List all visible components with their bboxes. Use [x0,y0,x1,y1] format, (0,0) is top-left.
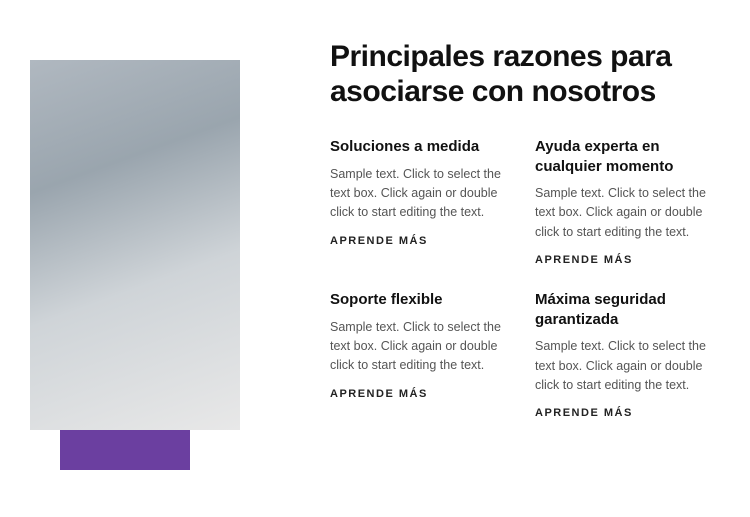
left-image-section [30,40,290,477]
person-photo [30,60,240,430]
feature-title-3: Soporte flexible [330,290,505,310]
feature-title-2: Ayuda experta en cualquier momento [535,137,710,176]
feature-title-1: Soluciones a medida [330,137,505,157]
feature-title-4: Máxima seguridad garantizada [535,290,710,329]
feature-link-3[interactable]: APRENDE MÁS [330,388,505,400]
features-grid: Soluciones a medida Sample text. Click t… [330,137,710,419]
feature-item-1: Soluciones a medida Sample text. Click t… [330,137,505,266]
feature-text-2: Sample text. Click to select the text bo… [535,184,710,242]
main-title: Principales razones para asociarse con n… [330,40,710,109]
feature-text-4: Sample text. Click to select the text bo… [535,337,710,395]
page-container: Principales razones para asociarse con n… [0,0,750,517]
right-content-section: Principales razones para asociarse con n… [330,40,710,477]
feature-link-4[interactable]: APRENDE MÁS [535,407,710,419]
feature-item-2: Ayuda experta en cualquier momento Sampl… [535,137,710,266]
person-illustration [30,60,240,430]
image-wrapper [30,60,250,460]
feature-text-3: Sample text. Click to select the text bo… [330,318,505,376]
feature-link-1[interactable]: APRENDE MÁS [330,235,505,247]
feature-item-4: Máxima seguridad garantizada Sample text… [535,290,710,419]
feature-text-1: Sample text. Click to select the text bo… [330,165,505,223]
feature-link-2[interactable]: APRENDE MÁS [535,254,710,266]
feature-item-3: Soporte flexible Sample text. Click to s… [330,290,505,419]
